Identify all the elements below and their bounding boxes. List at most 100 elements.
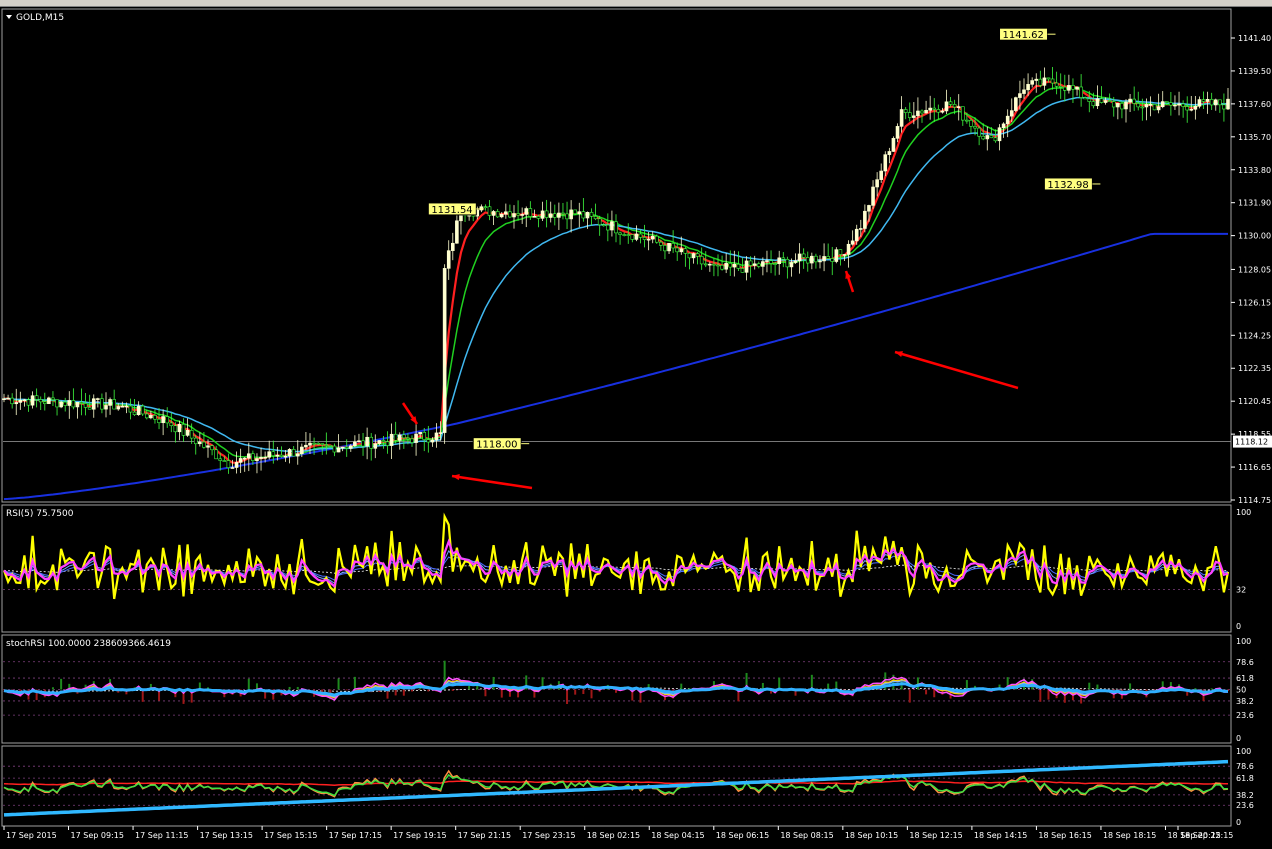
candle-body bbox=[977, 127, 981, 137]
stoch-rsi-panel[interactable]: 100 78.6 61.8 50 38.2 23.6 0 bbox=[3, 637, 1254, 743]
ma-fast-line bbox=[3, 80, 1229, 464]
candle-body bbox=[324, 444, 329, 446]
candle-body bbox=[810, 255, 814, 264]
candle-body bbox=[222, 460, 227, 462]
main-price-panel[interactable]: 1141.40 1139.50 1137.60 1135.70 1133.80 1131.… bbox=[2, 27, 1272, 505]
level-label: 0 bbox=[1236, 622, 1241, 631]
candle-body bbox=[1054, 82, 1059, 87]
candle-body bbox=[59, 401, 63, 408]
candle-body bbox=[499, 213, 504, 218]
candle-body bbox=[1209, 99, 1214, 106]
candle-body bbox=[777, 257, 782, 264]
candle-body bbox=[112, 399, 116, 410]
time-tick-label: 18 Sep 16:15 bbox=[1038, 831, 1091, 840]
candle-body bbox=[724, 263, 728, 270]
oscillator-panel[interactable]: 100 78.6 61.8 38.223.6 0 bbox=[3, 747, 1254, 827]
candle-body bbox=[1128, 98, 1132, 103]
candle-body bbox=[6, 397, 10, 400]
candle-body bbox=[402, 434, 406, 439]
candle-body bbox=[291, 449, 296, 457]
candle-body bbox=[960, 106, 965, 121]
candle-body bbox=[854, 228, 859, 242]
candle-body bbox=[1152, 104, 1157, 111]
price-tick-label: 1139.50 bbox=[1238, 67, 1271, 76]
candle-body bbox=[397, 434, 402, 441]
level-label: 23.6 bbox=[1236, 801, 1254, 810]
chart-window[interactable]: 1141.40 1139.50 1137.60 1135.70 1133.80 1131.… bbox=[0, 0, 1272, 849]
candle-body bbox=[748, 260, 753, 266]
candle-body bbox=[96, 398, 100, 400]
candle-body bbox=[504, 211, 508, 215]
candle-body bbox=[1169, 102, 1173, 106]
candle-body bbox=[279, 454, 284, 457]
candle-body bbox=[663, 245, 667, 252]
candle-body bbox=[238, 458, 243, 463]
candle-body bbox=[659, 241, 663, 246]
candle-body bbox=[993, 137, 998, 142]
candle-body bbox=[769, 260, 773, 264]
candle-body bbox=[842, 254, 847, 256]
candle-body bbox=[75, 402, 80, 408]
candle-body bbox=[67, 400, 72, 406]
candle-body bbox=[344, 446, 349, 449]
candle-body bbox=[153, 415, 157, 420]
candle-body bbox=[646, 238, 651, 241]
time-tick-label: 17 Sep 17:15 bbox=[329, 831, 382, 840]
candle-body bbox=[149, 415, 153, 419]
candle-body bbox=[712, 263, 716, 266]
candle-body bbox=[202, 441, 206, 448]
candle-body bbox=[83, 403, 88, 408]
candle-body bbox=[283, 455, 288, 458]
candle-body bbox=[91, 398, 96, 410]
price-tick-label: 1128.05 bbox=[1238, 265, 1271, 274]
candle-body bbox=[328, 445, 333, 447]
candle-body bbox=[300, 446, 304, 455]
candle-body bbox=[193, 437, 198, 445]
price-tick-label: 1124.25 bbox=[1238, 331, 1271, 340]
price-tick-label: 1116.65 bbox=[1238, 463, 1271, 472]
candle-body bbox=[287, 449, 292, 457]
candle-body bbox=[389, 433, 394, 446]
candle-body bbox=[997, 127, 1002, 142]
candle-body bbox=[34, 395, 39, 400]
candle-body bbox=[1124, 101, 1128, 110]
candle-body bbox=[79, 402, 84, 404]
candle-body bbox=[634, 233, 639, 240]
candle-body bbox=[650, 235, 655, 240]
price-tick-label: 1130.00 bbox=[1238, 232, 1271, 241]
candle-body bbox=[434, 432, 439, 441]
candle-body bbox=[136, 405, 141, 416]
candle-body bbox=[899, 109, 904, 127]
candle-body bbox=[418, 432, 422, 435]
candle-body bbox=[1189, 108, 1194, 111]
candle-body bbox=[1165, 101, 1169, 103]
candle-body bbox=[1079, 86, 1083, 98]
candle-body bbox=[177, 423, 182, 433]
candle-body bbox=[1222, 104, 1226, 110]
rsi-panel[interactable]: 100 32 0 bbox=[2, 508, 1251, 631]
candle-body bbox=[508, 211, 512, 218]
dropdown-triangle-icon[interactable] bbox=[6, 15, 12, 19]
candle-body bbox=[251, 453, 255, 461]
price-tick-label: 1141.40 bbox=[1238, 34, 1271, 43]
price-annotation-label: 1141.62 bbox=[1003, 30, 1044, 41]
time-axis: 17 Sep 2015 17 Sep 09:15 17 Sep 11:15 17 Se… bbox=[3, 826, 1233, 840]
candle-body bbox=[145, 413, 149, 419]
candle-body bbox=[667, 242, 671, 252]
candle-body bbox=[863, 210, 867, 229]
candle-body bbox=[622, 234, 626, 236]
candle-body bbox=[491, 211, 496, 216]
candle-body bbox=[940, 110, 945, 113]
candle-body bbox=[1197, 99, 1202, 107]
level-label: 78.6 bbox=[1236, 658, 1254, 667]
candle-body bbox=[30, 395, 35, 406]
candle-body bbox=[618, 232, 622, 235]
candle-body bbox=[944, 101, 949, 112]
red-arrow-line bbox=[451, 474, 533, 490]
candle-body bbox=[1213, 99, 1218, 106]
candle-body bbox=[120, 405, 125, 408]
candle-body bbox=[805, 257, 810, 264]
candle-body bbox=[834, 249, 839, 262]
price-tick-label: 1133.80 bbox=[1238, 166, 1271, 175]
candle-body bbox=[140, 405, 145, 415]
